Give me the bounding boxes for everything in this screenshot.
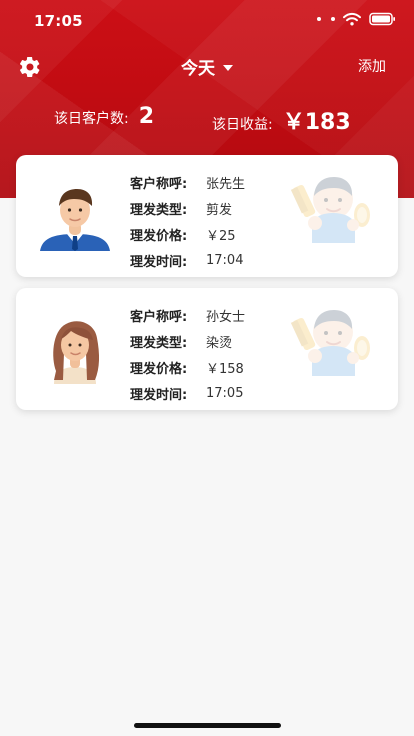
info-row-type: 理发类型: 染烫 — [130, 328, 310, 354]
chevron-down-icon — [223, 65, 233, 71]
info-row-price: 理发价格: ￥25 — [130, 221, 310, 247]
date-title: 今天 — [181, 59, 215, 79]
wifi-icon — [343, 12, 361, 26]
top-nav: 今天 添加 — [0, 50, 414, 84]
customer-info: 客户称呼: 张先生 理发类型: 剪发 理发价格: ￥25 理发时间: 17:04 — [130, 169, 310, 273]
customer-count-label: 该日客户数: — [54, 111, 129, 127]
field-label: 理发时间: — [130, 254, 188, 270]
info-row-type: 理发类型: 剪发 — [130, 195, 310, 221]
status-icons — [315, 12, 396, 26]
signal-dot-icon — [331, 17, 335, 21]
field-label: 理发价格: — [130, 228, 188, 244]
revenue-stat: 该日收益: ￥183 — [212, 104, 351, 136]
field-value: ￥158 — [206, 361, 244, 377]
customer-count-value: 2 — [138, 104, 155, 129]
field-value: 17:04 — [206, 252, 244, 268]
battery-icon — [369, 12, 396, 26]
add-button[interactable]: 添加 — [358, 56, 386, 76]
field-label: 客户称呼: — [130, 309, 188, 325]
field-label: 理发类型: — [130, 335, 188, 351]
field-value: 张先生 — [206, 176, 246, 192]
field-value: ￥25 — [206, 228, 236, 244]
barber-icon — [290, 304, 376, 376]
info-row-price: 理发价格: ￥158 — [130, 354, 310, 380]
customer-card[interactable]: 客户称呼: 孙女士 理发类型: 染烫 理发价格: ￥158 理发时间: 17:0… — [16, 288, 398, 410]
field-label: 客户称呼: — [130, 176, 188, 192]
home-indicator — [134, 723, 281, 728]
status-time: 17:05 — [34, 12, 83, 30]
female-customer-icon — [36, 314, 114, 384]
info-row-time: 理发时间: 17:05 — [130, 380, 310, 406]
app-screen: 17:05 今天 添加 该日客户数: 2 该日收益: ￥183 客户称呼: 张先… — [0, 0, 414, 736]
info-row-name: 客户称呼: 张先生 — [130, 169, 310, 195]
field-label: 理发时间: — [130, 387, 188, 403]
revenue-value: ￥183 — [282, 110, 351, 135]
field-label: 理发价格: — [130, 361, 188, 377]
barber-icon — [290, 171, 376, 243]
date-selector[interactable]: 今天 — [0, 54, 414, 79]
field-value: 染烫 — [206, 335, 233, 351]
daily-stats: 该日客户数: 2 该日收益: ￥183 — [0, 104, 414, 135]
field-value: 17:05 — [206, 385, 244, 401]
customer-count-stat: 该日客户数: 2 — [54, 104, 154, 129]
customer-card[interactable]: 客户称呼: 张先生 理发类型: 剪发 理发价格: ￥25 理发时间: 17:04 — [16, 155, 398, 277]
revenue-label: 该日收益: — [212, 117, 273, 133]
signal-dot-icon — [317, 17, 321, 21]
field-label: 理发类型: — [130, 202, 188, 218]
customer-info: 客户称呼: 孙女士 理发类型: 染烫 理发价格: ￥158 理发时间: 17:0… — [130, 302, 310, 406]
status-bar: 17:05 — [0, 0, 414, 44]
male-customer-icon — [36, 181, 114, 251]
info-row-time: 理发时间: 17:04 — [130, 247, 310, 273]
field-value: 剪发 — [206, 202, 233, 218]
field-value: 孙女士 — [206, 309, 246, 325]
info-row-name: 客户称呼: 孙女士 — [130, 302, 310, 328]
